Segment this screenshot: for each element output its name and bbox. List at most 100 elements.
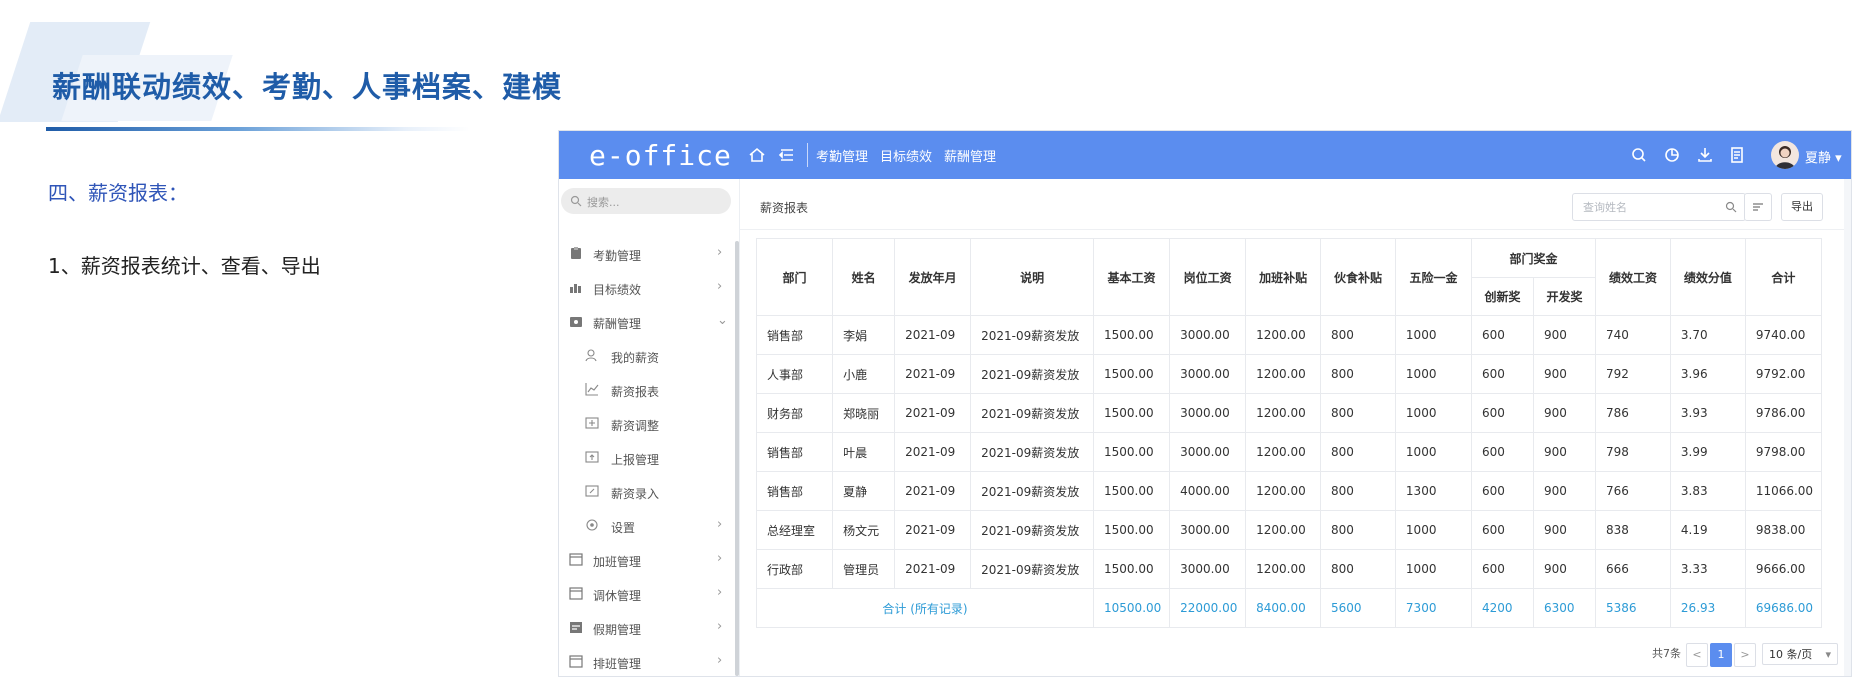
user-name: 夏静 <box>1805 151 1832 166</box>
next-page-button[interactable]: > <box>1734 643 1756 667</box>
nav-performance[interactable]: 目标绩效 <box>880 146 932 165</box>
home-icon[interactable] <box>747 145 767 165</box>
report-panel: 薪资报表 导出 部门 <box>740 179 1844 676</box>
table-cell: 3.93 <box>1669 393 1746 433</box>
sidebar-item-salary[interactable]: 薪酬管理 ⌄ <box>559 305 735 339</box>
table-cell: 1000 <box>1394 354 1472 394</box>
table-cell: 3.96 <box>1669 354 1746 394</box>
table-cell: 1500.00 <box>1093 471 1171 511</box>
col-header-innovation[interactable]: 创新奖 <box>1470 277 1535 316</box>
filter-icon <box>1753 203 1763 211</box>
sidebar-item-label: 假期管理 <box>593 623 642 637</box>
table-cell: 1200.00 <box>1245 432 1322 472</box>
sidebar-scrollbar[interactable] <box>735 241 739 676</box>
total-cell: 22000.00 <box>1169 588 1247 628</box>
sidebar-item-schedule[interactable]: 排班管理 › <box>559 645 735 676</box>
col-header-base-salary[interactable]: 基本工资 <box>1093 238 1171 316</box>
sidebar-item-settings[interactable]: 设置 › <box>559 509 735 543</box>
search-icon[interactable] <box>1629 145 1649 165</box>
adjust-icon <box>585 417 599 429</box>
title-underline <box>46 127 470 131</box>
col-header-perf-score[interactable]: 绩效分值 <box>1669 238 1746 316</box>
table-row[interactable]: 销售部 叶晨 2021-09 2021-09薪资发放 1500.00 3000.00 120… <box>755 432 1823 472</box>
table-cell: 2021-09 <box>894 393 972 433</box>
nav-attendance[interactable]: 考勤管理 <box>816 146 868 165</box>
table-cell: 3000.00 <box>1169 510 1247 550</box>
chevron-right-icon: › <box>717 279 723 294</box>
filter-button[interactable] <box>1744 193 1772 221</box>
download-icon[interactable] <box>1695 145 1715 165</box>
table-row[interactable]: 总经理室 杨文元 2021-09 2021-09薪资发放 1500.00 3000.00 1… <box>755 510 1823 550</box>
app-logo[interactable]: e-office <box>589 139 732 172</box>
table-row[interactable]: 人事部 小鹿 2021-09 2021-09薪资发放 1500.00 3000.00 120… <box>755 354 1823 394</box>
sidebar-item-salary-adjust[interactable]: 薪资调整 <box>559 407 735 441</box>
chart-pie-icon[interactable] <box>1662 145 1682 165</box>
settings-icon <box>586 519 598 531</box>
calendar-icon <box>569 655 583 668</box>
table-cell: 1000 <box>1394 510 1472 550</box>
col-header-total[interactable]: 合计 <box>1744 238 1823 316</box>
table-row[interactable]: 财务部 郑晓丽 2021-09 2021-09薪资发放 1500.00 3000.00 12… <box>755 393 1823 433</box>
prev-page-button[interactable]: < <box>1686 643 1708 667</box>
sidebar-item-label: 目标绩效 <box>593 283 642 297</box>
user-name-dropdown[interactable]: 夏静 ▾ <box>1805 147 1842 166</box>
table-cell: 1000 <box>1394 393 1472 433</box>
table-row[interactable]: 行政部 管理员 2021-09 2021-09薪资发放 1500.00 3000.00 12… <box>755 549 1823 589</box>
table-cell: 740 <box>1595 315 1671 355</box>
table-cell: 1500.00 <box>1093 315 1171 355</box>
table-cell: 900 <box>1532 315 1597 355</box>
page-title: 薪资报表 <box>760 201 809 215</box>
table-cell: 1300 <box>1394 471 1472 511</box>
table-cell: 销售部 <box>755 432 834 472</box>
table-cell: 叶晨 <box>832 432 896 472</box>
table-cell: 1000 <box>1394 549 1472 589</box>
table-cell: 600 <box>1470 393 1535 433</box>
table-cell: 1200.00 <box>1245 510 1322 550</box>
col-header-dept-bonus: 部门奖金 <box>1470 238 1597 278</box>
menu-icon[interactable] <box>777 145 797 165</box>
table-cell: 2021-09薪资发放 <box>970 471 1095 511</box>
table-cell: 800 <box>1320 315 1396 355</box>
sidebar-item-my-salary[interactable]: 我的薪资 <box>559 339 735 373</box>
document-icon[interactable] <box>1727 145 1747 165</box>
table-cell: 2021-09薪资发放 <box>970 315 1095 355</box>
table-cell: 900 <box>1532 549 1597 589</box>
table-row[interactable]: 销售部 夏静 2021-09 2021-09薪资发放 1500.00 4000.00 120… <box>755 471 1823 511</box>
col-header-development[interactable]: 开发奖 <box>1532 277 1597 316</box>
caret-down-icon: ▾ <box>1825 648 1831 661</box>
sidebar-item-leave[interactable]: 假期管理 › <box>559 611 735 645</box>
sidebar-item-salary-report[interactable]: 薪资报表 <box>559 373 735 407</box>
col-header-perf-pay[interactable]: 绩效工资 <box>1595 238 1671 316</box>
sidebar-search-placeholder: 搜索... <box>587 196 620 209</box>
sidebar-item-salary-entry[interactable]: 薪资录入 <box>559 475 735 509</box>
col-header-post-salary[interactable]: 岗位工资 <box>1169 238 1247 316</box>
export-button[interactable]: 导出 <box>1781 193 1823 221</box>
col-header-note[interactable]: 说明 <box>970 238 1095 316</box>
col-header-month[interactable]: 发放年月 <box>894 238 972 316</box>
col-header-insurance[interactable]: 五险一金 <box>1394 238 1472 316</box>
sidebar-item-label: 排班管理 <box>593 657 642 671</box>
sidebar-item-time-off[interactable]: 调休管理 › <box>559 577 735 611</box>
sidebar-item-performance[interactable]: 目标绩效 › <box>559 271 735 305</box>
name-search-box <box>1572 193 1746 221</box>
col-header-meal[interactable]: 伙食补贴 <box>1320 238 1396 316</box>
table-row[interactable]: 销售部 李娟 2021-09 2021-09薪资发放 1500.00 3000.00 120… <box>755 315 1823 355</box>
col-header-name[interactable]: 姓名 <box>832 238 896 316</box>
avatar[interactable] <box>1771 141 1799 169</box>
sidebar-item-report-manage[interactable]: 上报管理 <box>559 441 735 475</box>
page-1-button[interactable]: 1 <box>1710 643 1732 667</box>
col-header-dept[interactable]: 部门 <box>755 238 834 316</box>
sidebar-search-input[interactable]: 搜索... <box>561 188 731 214</box>
col-header-overtime[interactable]: 加班补贴 <box>1245 238 1322 316</box>
name-search-input[interactable] <box>1581 198 1715 216</box>
sidebar-item-overtime[interactable]: 加班管理 › <box>559 543 735 577</box>
search-icon[interactable] <box>1725 201 1737 213</box>
table-cell: 3000.00 <box>1169 549 1247 589</box>
top-bar: e-office 考勤管理 目标绩效 薪酬管理 夏静 ▾ <box>559 131 1851 179</box>
nav-salary[interactable]: 薪酬管理 <box>944 146 996 165</box>
sidebar-item-attendance[interactable]: 考勤管理 › <box>559 237 735 271</box>
line-chart-icon <box>585 383 599 396</box>
page-size-select[interactable]: 10 条/页 ▾ <box>1762 643 1838 665</box>
sidebar-item-label: 加班管理 <box>593 555 642 569</box>
table-cell: 900 <box>1532 510 1597 550</box>
